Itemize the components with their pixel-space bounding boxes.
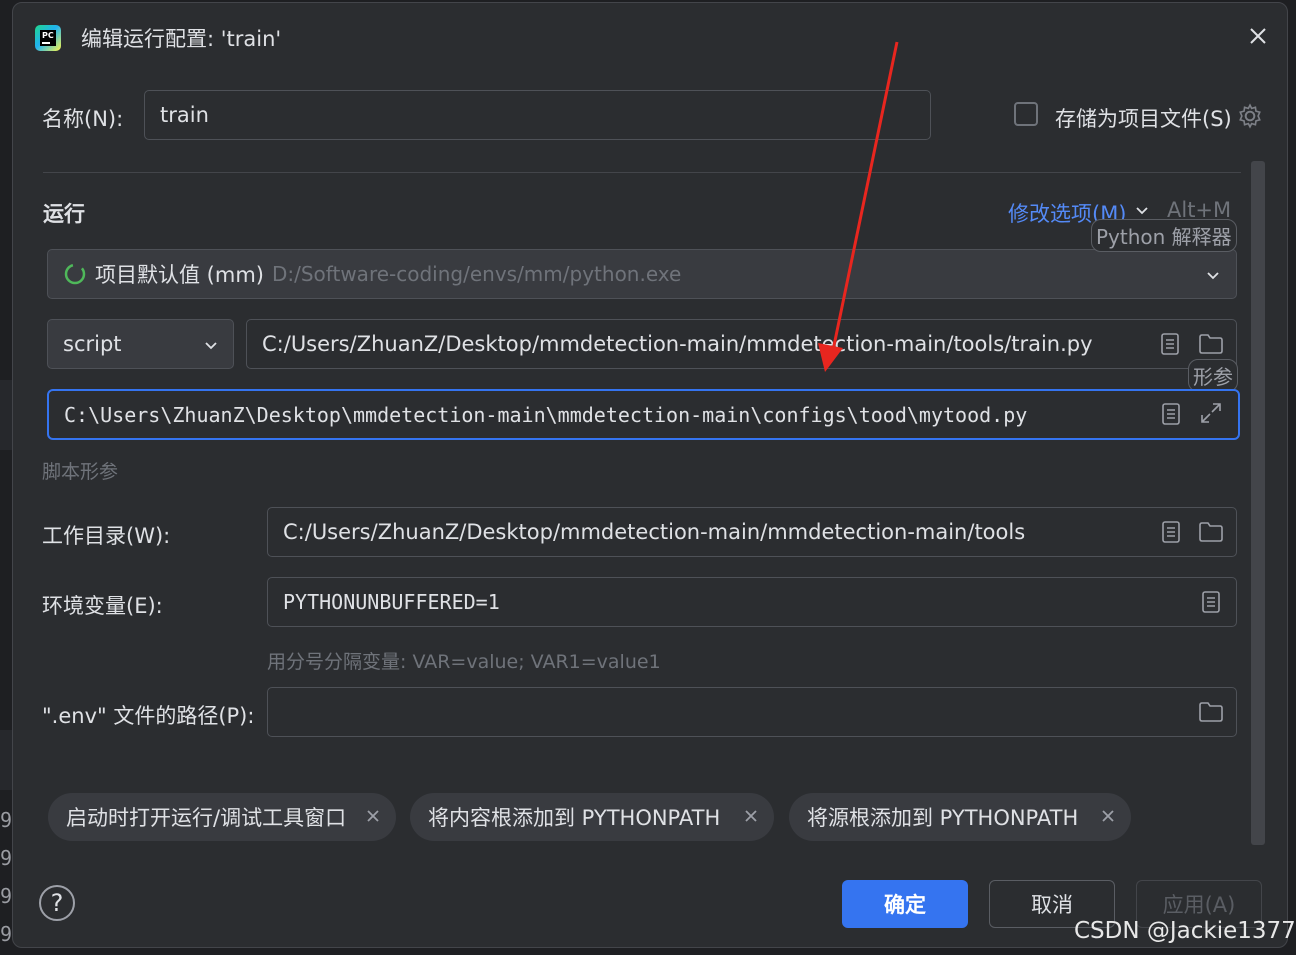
script-path-value: C:/Users/ZhuanZ/Desktop/mmdetection-main…	[262, 332, 1093, 356]
dialog-title: 编辑运行配置: 'train'	[81, 27, 282, 51]
script-params-input[interactable]: C:\Users\ZhuanZ\Desktop\mmdetection-main…	[47, 389, 1240, 440]
remove-icon[interactable]	[1099, 807, 1117, 825]
interpreter-select[interactable]: 项目默认值 (mm) D:/Software-coding/envs/mm/py…	[47, 249, 1237, 299]
env-vars-label: 环境变量(E):	[42, 594, 163, 618]
pycharm-logo-icon: PC	[35, 25, 61, 51]
scrollbar[interactable]	[1251, 161, 1265, 845]
document-icon[interactable]	[1160, 521, 1182, 543]
close-icon[interactable]	[1243, 21, 1273, 51]
expand-icon[interactable]	[1199, 401, 1223, 425]
interpreter-path: D:/Software-coding/envs/mm/python.exe	[271, 262, 682, 286]
chevron-down-icon[interactable]	[1134, 202, 1150, 218]
option-chip[interactable]: 将内容根添加到 PYTHONPATH	[410, 793, 774, 841]
document-icon[interactable]	[1160, 403, 1182, 425]
option-chip-label: 启动时打开运行/调试工具窗口	[66, 806, 347, 830]
option-chip-label: 将源根添加到 PYTHONPATH	[807, 806, 1079, 830]
loading-spinner-icon	[64, 263, 86, 285]
run-section-title: 运行	[43, 202, 85, 226]
run-configuration-dialog: PC 编辑运行配置: 'train' 名称(N): train 存储为项目文件(…	[12, 2, 1288, 948]
option-chip-label: 将内容根添加到 PYTHONPATH	[428, 806, 721, 830]
env-file-label: ".env" 文件的路径(P):	[42, 704, 255, 728]
env-vars-value: PYTHONUNBUFFERED=1	[283, 590, 500, 614]
help-icon: ?	[50, 889, 64, 917]
script-path-input[interactable]: C:/Users/ZhuanZ/Desktop/mmdetection-main…	[246, 319, 1237, 369]
store-as-project-file-label[interactable]: 存储为项目文件(S)	[1055, 103, 1232, 133]
working-dir-input[interactable]: C:/Users/ZhuanZ/Desktop/mmdetection-main…	[267, 507, 1237, 557]
chevron-down-icon[interactable]	[203, 337, 219, 353]
ok-button[interactable]: 确定	[842, 880, 968, 928]
gear-icon[interactable]	[1237, 103, 1263, 129]
name-input[interactable]: train	[144, 90, 931, 140]
interpreter-badge: Python 解释器	[1091, 219, 1237, 252]
env-vars-hint: 用分号分隔变量: VAR=value; VAR1=value1	[267, 651, 661, 673]
remove-icon[interactable]	[364, 807, 382, 825]
script-params-hint: 脚本形参	[42, 461, 119, 483]
name-input-value: train	[160, 103, 209, 127]
working-dir-label: 工作目录(W):	[42, 524, 171, 548]
help-button[interactable]: ?	[39, 885, 75, 921]
folder-icon[interactable]	[1198, 521, 1224, 543]
store-as-project-file-checkbox[interactable]	[1014, 102, 1038, 126]
params-badge: 形参	[1188, 359, 1238, 392]
option-chip[interactable]: 启动时打开运行/调试工具窗口	[48, 793, 396, 841]
folder-icon[interactable]	[1198, 701, 1224, 723]
env-vars-input[interactable]: PYTHONUNBUFFERED=1	[267, 577, 1237, 627]
name-label: 名称(N):	[42, 107, 124, 131]
document-icon[interactable]	[1159, 333, 1181, 355]
document-icon[interactable]	[1200, 591, 1222, 613]
target-type-value: script	[63, 332, 122, 356]
script-params-value: C:\Users\ZhuanZ\Desktop\mmdetection-main…	[64, 402, 1028, 427]
folder-icon[interactable]	[1198, 333, 1224, 355]
chevron-down-icon[interactable]	[1205, 267, 1221, 283]
separator	[43, 172, 1241, 173]
option-chip[interactable]: 将源根添加到 PYTHONPATH	[789, 793, 1131, 841]
remove-icon[interactable]	[742, 807, 760, 825]
interpreter-name: 项目默认值 (mm)	[95, 263, 264, 287]
watermark: CSDN @Jackie1377	[1074, 918, 1296, 944]
env-file-input[interactable]	[267, 687, 1237, 737]
working-dir-value: C:/Users/ZhuanZ/Desktop/mmdetection-main…	[283, 520, 1026, 544]
